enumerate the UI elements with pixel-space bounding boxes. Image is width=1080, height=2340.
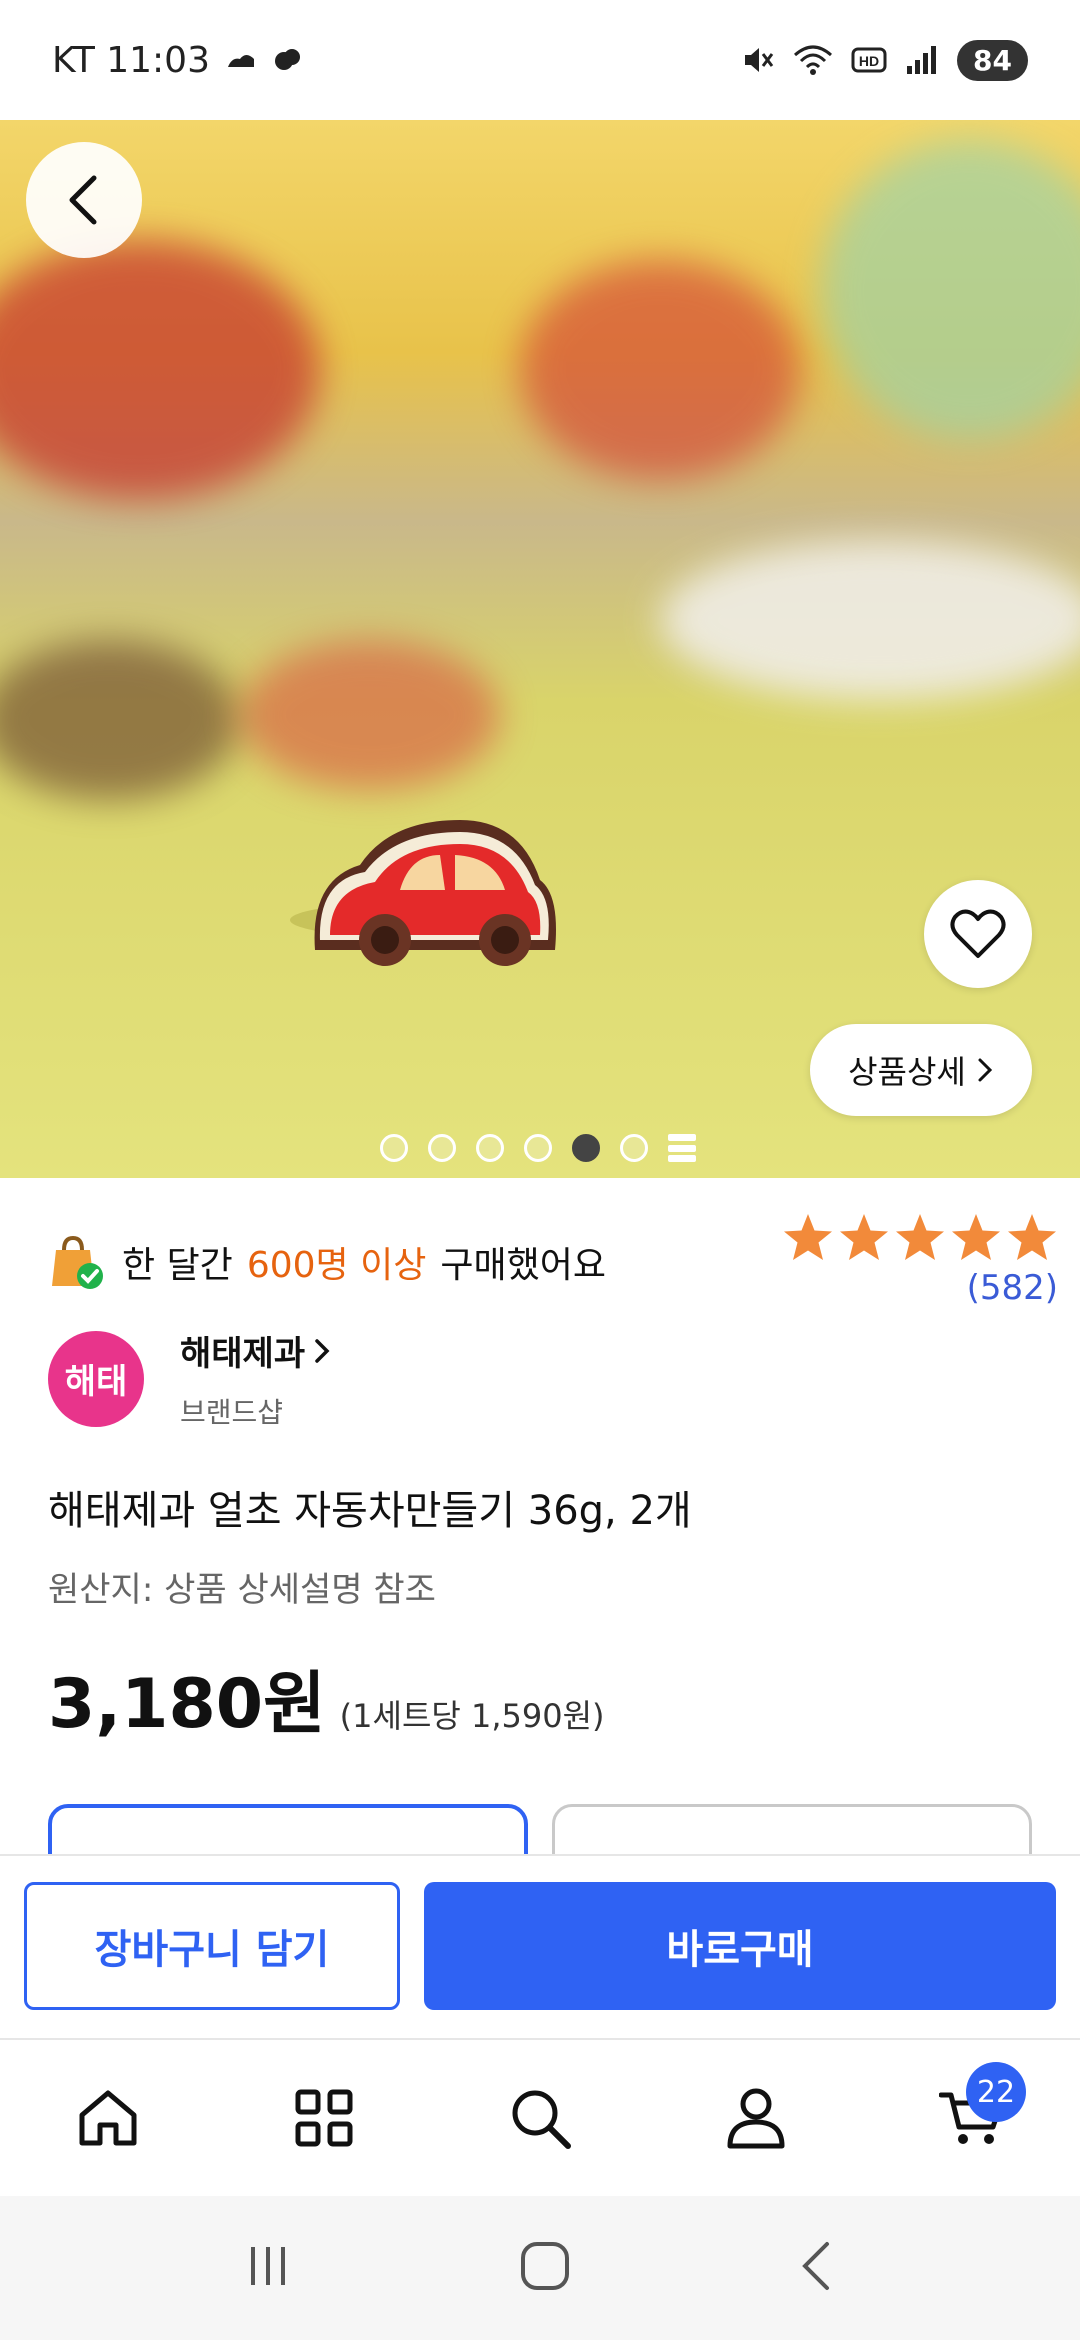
home-square-icon [521, 2242, 569, 2290]
price-row: 3,180원 (1세트당 1,590원) [48, 1648, 605, 1747]
system-back-button[interactable] [797, 2240, 837, 2296]
product-image-carousel[interactable]: 상품상세 [0, 120, 1080, 1178]
product-price: 3,180원 [48, 1665, 326, 1744]
chevron-right-icon [978, 1058, 992, 1082]
add-to-cart-button[interactable]: 장바구니 담기 [24, 1882, 400, 2010]
carousel-indicator [380, 1134, 696, 1162]
recent-apps-icon [251, 2247, 285, 2285]
star-icon [1008, 1214, 1056, 1260]
mute-icon [745, 48, 774, 72]
carousel-dot[interactable] [476, 1134, 504, 1162]
recent-apps-button[interactable] [243, 2241, 293, 2295]
carousel-dot-active[interactable] [572, 1134, 600, 1162]
carousel-dot[interactable] [524, 1134, 552, 1162]
star-icon [896, 1214, 944, 1260]
product-title: 해태제과 얼초 자동차만들기 36g, 2개 [48, 1488, 692, 1534]
star-icon [952, 1214, 1000, 1260]
wifi-icon [794, 45, 833, 75]
star-icon [840, 1214, 888, 1260]
back-button[interactable] [26, 142, 142, 258]
product-info: 한 달간 600명 이상 구매했어요 (582) 해태 해태제과 브랜드샵 해태… [0, 1178, 1080, 1854]
product-detail-button[interactable]: 상품상세 [810, 1024, 1032, 1116]
carrier-time: KT 11:03 [52, 39, 210, 81]
brand-subtitle: 브랜드샵 [180, 1396, 284, 1429]
status-right: HD 84 [741, 39, 1028, 81]
nav-search[interactable] [480, 2058, 600, 2178]
signal-icon [907, 46, 937, 74]
svg-text:HD: HD [859, 53, 879, 69]
social-proof-highlight: 600명 이상 [246, 1245, 427, 1286]
weather-icon [228, 55, 254, 67]
delivery-option-card-selected[interactable] [48, 1804, 528, 1854]
rating[interactable]: (582) [782, 1212, 1058, 1308]
social-proof-suffix: 구매했어요 [440, 1245, 606, 1286]
social-proof-prefix: 한 달간 [122, 1245, 233, 1286]
unit-price: (1세트당 1,590원) [339, 1697, 605, 1735]
purchase-action-bar: 장바구니 담기 바로구매 [0, 1854, 1080, 2040]
cart-count-badge: 22 [966, 2062, 1026, 2122]
back-chevron-icon [802, 2242, 829, 2290]
bottom-navigation: 22 [0, 2040, 1080, 2196]
product-origin: 원산지: 상품 상세설명 참조 [48, 1570, 436, 1610]
chevron-left-icon [69, 175, 97, 225]
user-icon [727, 2088, 785, 2149]
cloud-icon [275, 49, 300, 70]
brand-name-row: 해태제과 [180, 1326, 331, 1375]
search-icon [512, 2090, 571, 2149]
buy-now-button[interactable]: 바로구매 [424, 1882, 1056, 2010]
chevron-right-icon [315, 1338, 330, 1363]
nav-home[interactable] [48, 2058, 168, 2178]
shopping-bag-icon [52, 1235, 103, 1289]
status-left: KT 11:03 [52, 40, 302, 81]
brand-logo: 해태 [48, 1330, 144, 1427]
star-icon [784, 1214, 832, 1260]
star-rating [782, 1212, 1058, 1262]
toy-car-image [290, 820, 556, 966]
nav-cart[interactable]: 22 [912, 2058, 1032, 2178]
brand-shop-link[interactable]: 해태 해태제과 브랜드샵 [48, 1326, 331, 1431]
system-navigation-bar [0, 2196, 1080, 2340]
carousel-grid-icon[interactable] [668, 1134, 696, 1162]
review-count[interactable]: (582) [782, 1268, 1058, 1308]
heart-icon [950, 909, 1006, 958]
home-system-button[interactable] [519, 2240, 571, 2296]
category-grid-icon [295, 2089, 353, 2147]
carousel-dot[interactable] [620, 1134, 648, 1162]
status-bar: KT 11:03 HD 84 [0, 0, 1080, 120]
delivery-option-card[interactable] [552, 1804, 1032, 1854]
product-detail-label: 상품상세 [848, 1053, 966, 1091]
brand-name: 해태제과 [180, 1334, 306, 1374]
carousel-dot[interactable] [428, 1134, 456, 1162]
home-icon [79, 2090, 137, 2146]
brand-text: 해태제과 브랜드샵 [180, 1326, 331, 1431]
purchase-social-proof: 한 달간 600명 이상 구매했어요 [48, 1234, 606, 1290]
carousel-dot[interactable] [380, 1134, 408, 1162]
hd-icon: HD [851, 47, 887, 73]
nav-my-page[interactable] [696, 2058, 816, 2178]
wishlist-button[interactable] [924, 880, 1032, 988]
battery-indicator: 84 [957, 39, 1028, 81]
nav-categories[interactable] [264, 2058, 384, 2178]
